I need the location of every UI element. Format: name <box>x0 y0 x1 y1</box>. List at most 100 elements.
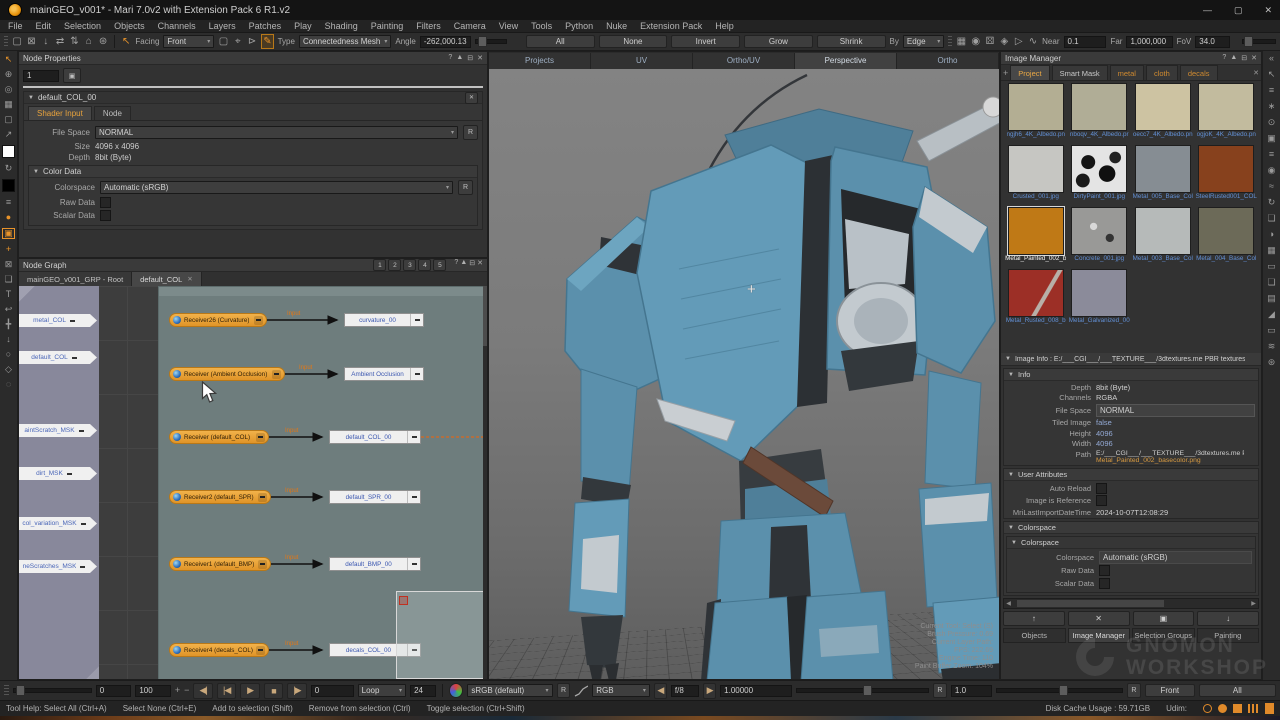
transport-grip[interactable] <box>4 685 9 697</box>
node-palette-strip[interactable]: metal_COL default_COL aintScratch_MSK di… <box>19 286 99 679</box>
thumbnail-item[interactable]: Metal_Galvanized_00 <box>1069 269 1131 331</box>
target-icon[interactable]: ⌖ <box>233 36 243 47</box>
timeline-slider[interactable] <box>13 688 92 693</box>
thumbnail-item[interactable]: Crusted_001.jpg <box>1005 145 1067 207</box>
remove-image-button[interactable]: ✕ <box>1068 611 1130 626</box>
step-back-button[interactable]: ◀| <box>193 683 212 699</box>
menu-edit[interactable]: Edit <box>36 21 52 31</box>
maximize-button[interactable]: ▢ <box>1234 5 1243 16</box>
tab-ortho[interactable]: Ortho <box>897 53 999 69</box>
selection-rectangle[interactable] <box>396 591 487 679</box>
scalar-data-checkbox[interactable] <box>100 210 111 221</box>
node-graph-header[interactable]: Node Graph 1 2 3 4 5 ? ▲ ⊟ ✕ <box>19 259 487 272</box>
loop-dropdown[interactable]: Loop▾ <box>358 684 406 697</box>
expand-triangle-icon[interactable]: ▼ <box>33 169 39 175</box>
history-icon[interactable]: ⊙ <box>1268 118 1276 127</box>
thumbnail-item[interactable]: Metal_Rusted_008_b <box>1005 269 1067 331</box>
menu-view[interactable]: View <box>499 21 518 31</box>
tab-projects[interactable]: Projects <box>489 53 591 69</box>
shelf-icon[interactable]: ≋ <box>1268 342 1276 351</box>
scroll-right-icon[interactable]: ▶ <box>1249 600 1258 607</box>
node-default-col-00[interactable]: default_COL_00 <box>329 430 421 444</box>
raw-data-checkbox[interactable] <box>100 197 111 208</box>
close-project-icon[interactable]: ⊠ <box>26 36 36 47</box>
add-tab-icon[interactable]: + <box>1003 68 1008 78</box>
toolbar-grip[interactable] <box>4 36 8 48</box>
udim-square-icon[interactable] <box>1233 704 1242 713</box>
menu-camera[interactable]: Camera <box>454 21 486 31</box>
menu-painting[interactable]: Painting <box>371 21 404 31</box>
angle-slider[interactable] <box>475 39 507 44</box>
swap-colors-icon[interactable]: ↻ <box>5 164 13 173</box>
add-key-icon[interactable]: + <box>175 686 180 695</box>
lightbulb-icon[interactable]: ◉ <box>1268 166 1276 175</box>
select-grow-button[interactable]: Grow <box>744 35 813 48</box>
expand-triangle-icon[interactable]: ▼ <box>1008 372 1014 378</box>
marquee-tool-icon[interactable]: ▢ <box>4 115 13 124</box>
tab-cloth[interactable]: cloth <box>1146 65 1178 80</box>
select-tool-icon[interactable]: ↖ <box>121 36 131 47</box>
auto-reload-checkbox[interactable] <box>1096 483 1107 494</box>
tab-perspective[interactable]: Perspective <box>795 53 897 69</box>
help-icon[interactable]: ? <box>1222 54 1226 62</box>
select-shrink-button[interactable]: Shrink <box>817 35 886 48</box>
shapes-icon[interactable]: ◈ <box>999 36 1009 47</box>
minimize-node-icon[interactable] <box>256 646 265 655</box>
receiver-node-curvature[interactable]: Receiver26 (Curvature) <box>169 313 267 327</box>
paint-mode-icon[interactable]: ✎ <box>261 34 273 49</box>
tab-default-col[interactable]: default_COL ✕ <box>132 272 202 286</box>
palette-icon[interactable]: ◑ <box>1269 230 1274 239</box>
facing-dropdown[interactable]: Front▾ <box>163 35 214 48</box>
blur-tool-icon[interactable]: ⊠ <box>5 260 13 269</box>
import-icon[interactable]: ↓ <box>41 36 51 47</box>
wave-icon[interactable]: ∿ <box>1028 36 1038 47</box>
reset-button[interactable]: R <box>463 125 478 140</box>
type-dropdown[interactable]: Connectedness Mesh▾ <box>299 35 391 48</box>
target-tool-icon[interactable]: ◎ <box>5 85 13 94</box>
grid-tool-icon[interactable]: ▦ <box>4 100 13 109</box>
menu-filters[interactable]: Filters <box>416 21 441 31</box>
lasso-tool-icon[interactable]: ◌ <box>6 380 11 389</box>
remove-key-icon[interactable]: − <box>184 686 189 695</box>
thumbnail-item[interactable]: Metal_003_Base_Col <box>1132 207 1194 269</box>
pointer-icon[interactable]: ↖ <box>1268 70 1276 79</box>
all-button[interactable]: All <box>1199 684 1276 697</box>
exposure-field[interactable]: 1.00000 <box>720 685 792 697</box>
viewport-3d-canvas[interactable]: + Current Tool: Select (S) Brush Pressur… <box>489 69 999 679</box>
udim-badge-icon[interactable] <box>1203 704 1212 713</box>
scalar-data-checkbox[interactable] <box>1099 578 1110 589</box>
node-graph-scrollbar[interactable] <box>483 286 487 679</box>
node-ambient-occlusion[interactable]: Ambient Occlusion <box>344 367 424 381</box>
fov-field[interactable]: 34.0 <box>1195 36 1230 48</box>
grid-icon[interactable]: ▦ <box>1267 246 1276 255</box>
color-wheel-icon[interactable] <box>449 683 463 698</box>
history-count-field[interactable]: 1 <box>23 70 59 82</box>
float-icon[interactable]: ⊟ <box>467 54 473 62</box>
menu-play[interactable]: Play <box>294 21 312 31</box>
tab-image-manager[interactable]: Image Manager <box>1068 628 1131 643</box>
palette-item-default-col[interactable]: default_COL <box>19 351 97 364</box>
receiver-node-default-bmp[interactable]: Receiver1 (default_BMP) <box>169 557 271 571</box>
minimize-node-icon[interactable] <box>258 493 267 502</box>
ramp-icon[interactable]: ◢ <box>1268 310 1275 319</box>
wireframe-icon[interactable]: ▦ <box>956 36 966 47</box>
menu-layers[interactable]: Layers <box>209 21 236 31</box>
view-image-button[interactable]: ▣ <box>1133 611 1195 626</box>
fps-field[interactable]: 24 <box>410 685 436 697</box>
exposure-down-icon[interactable]: ◀ <box>654 683 667 699</box>
collapse-icon[interactable]: ▲ <box>456 54 463 62</box>
view-4-button[interactable]: 4 <box>418 259 431 271</box>
tab-decals[interactable]: decals <box>1180 65 1218 80</box>
minimize-node-icon[interactable] <box>254 316 263 325</box>
menu-extension-pack[interactable]: Extension Pack <box>640 21 702 31</box>
thumbnail-item[interactable]: Metal_004_Base_Col <box>1196 207 1258 269</box>
gamma-field[interactable]: 1.0 <box>951 685 992 697</box>
far-field[interactable]: 1,000,000 <box>1126 36 1172 48</box>
view-1-button[interactable]: 1 <box>373 259 386 271</box>
menu-channels[interactable]: Channels <box>158 21 196 31</box>
card-icon[interactable]: ▭ <box>1267 262 1276 271</box>
close-icon[interactable]: ✕ <box>477 259 483 271</box>
frame-icon[interactable]: ▭ <box>1267 326 1276 335</box>
go-to-start-button[interactable]: |◀ <box>217 683 236 699</box>
near-field[interactable]: 0.1 <box>1064 36 1107 48</box>
